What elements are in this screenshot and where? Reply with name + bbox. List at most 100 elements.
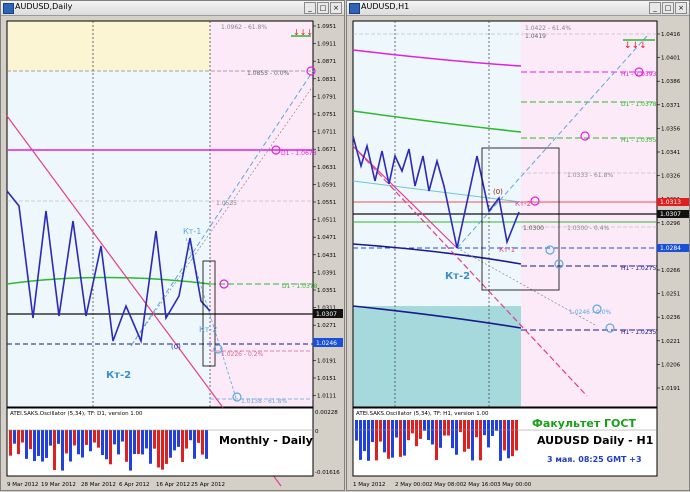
time-axis: 9 Mar 2012 19 Mar 2012 28 Mar 2012 6 Apr 20… bbox=[7, 482, 225, 488]
oscillator-bar bbox=[197, 430, 200, 443]
svg-text:Кт-2: Кт-2 bbox=[106, 370, 131, 381]
svg-text:Кт-1: Кт-1 bbox=[183, 227, 201, 236]
oscillator-bar bbox=[423, 420, 426, 431]
oscillator-bar bbox=[503, 420, 506, 451]
oscillator-bar bbox=[73, 430, 76, 446]
price-label: 1.0951 bbox=[317, 24, 336, 30]
oscillator-bar bbox=[371, 420, 374, 443]
time-label: 28 Mar 2012 bbox=[81, 482, 116, 488]
oscillator-bar bbox=[53, 430, 56, 471]
close-button[interactable]: × bbox=[675, 2, 687, 14]
oscillator-bar bbox=[121, 430, 124, 442]
price-label: 1.0511 bbox=[317, 218, 336, 224]
price-label: 1.0191 bbox=[661, 386, 680, 392]
price-label: 1.0631 bbox=[317, 165, 336, 171]
svg-text:D1 - 1.0678: D1 - 1.0678 bbox=[281, 150, 317, 157]
svg-text:↓↓↓: ↓↓↓ bbox=[624, 41, 647, 51]
oscillator-bar bbox=[515, 420, 518, 451]
svg-text:1.0307: 1.0307 bbox=[660, 211, 681, 218]
svg-text:1.0284: 1.0284 bbox=[660, 245, 681, 252]
oscillator-bar bbox=[85, 430, 88, 445]
oscillator-bar bbox=[9, 430, 12, 456]
svg-text:1.0300: 1.0300 bbox=[523, 225, 544, 232]
oscillator-bar bbox=[459, 420, 462, 433]
oscillator-bar bbox=[467, 420, 470, 449]
svg-text:1.0333 - 61.8%: 1.0333 - 61.8% bbox=[567, 172, 613, 179]
price-label: 1.0431 bbox=[317, 253, 336, 259]
oscillator-bar bbox=[439, 420, 442, 448]
oscillator-bar bbox=[25, 430, 28, 459]
svg-text:Кт-2: Кт-2 bbox=[515, 200, 531, 208]
oscillator-bar bbox=[355, 420, 358, 441]
oscillator-bar bbox=[403, 420, 406, 456]
oscillator-bar bbox=[69, 430, 72, 462]
svg-text:D1 - 1.0378: D1 - 1.0378 bbox=[282, 283, 318, 290]
svg-text:1.0313: 1.0313 bbox=[660, 199, 681, 206]
price-label: 1.0711 bbox=[317, 130, 336, 136]
overlay-subtitle: AUDUSD Daily - H1 bbox=[537, 434, 653, 447]
svg-text:H1 - 1.0355: H1 - 1.0355 bbox=[621, 137, 656, 144]
svg-text:1.0422 - 61.4%: 1.0422 - 61.4% bbox=[525, 25, 571, 32]
svg-text:1.0246: 1.0246 bbox=[316, 340, 337, 347]
window-titlebar[interactable]: AUDUSD,H1 _ □ × bbox=[347, 1, 689, 16]
svg-text:1.0419: 1.0419 bbox=[525, 33, 546, 40]
time-label: 2 May 16:00 bbox=[463, 482, 498, 488]
oscillator-bar bbox=[205, 430, 208, 459]
svg-text:(0): (0) bbox=[493, 188, 503, 196]
oscillator-bar bbox=[137, 430, 140, 455]
svg-text:1.0246 - 0.0%: 1.0246 - 0.0% bbox=[569, 309, 612, 316]
svg-text:Кт-2: Кт-2 bbox=[199, 325, 217, 334]
oscillator-bar bbox=[169, 430, 172, 458]
oscillator-bar bbox=[109, 430, 112, 465]
oscillator-bar bbox=[93, 430, 96, 443]
maximize-button[interactable]: □ bbox=[662, 2, 674, 14]
price-label: 1.0591 bbox=[317, 182, 336, 188]
svg-text:1.0535: 1.0535 bbox=[216, 200, 237, 207]
oscillator-bar bbox=[17, 430, 20, 455]
h1-chart-area[interactable]: ↓↓↓ 1.0422 - 61.4% 1.0419 H1 - 1.0393 D1… bbox=[347, 16, 690, 492]
price-label: 1.0111 bbox=[317, 394, 336, 400]
oscillator-bar bbox=[379, 420, 382, 442]
oscillator-bar bbox=[165, 430, 168, 464]
svg-text:ATEI.SAKS.Oscillator (5,34), T: ATEI.SAKS.Oscillator (5,34), TF: H1, ver… bbox=[356, 411, 489, 417]
price-label: 1.0401 bbox=[661, 56, 680, 62]
price-label: 1.0371 bbox=[661, 103, 680, 109]
oscillator-bar bbox=[141, 430, 144, 455]
oscillator-bar bbox=[193, 430, 196, 459]
oscillator-bar bbox=[21, 430, 24, 443]
oscillator-bar bbox=[395, 420, 398, 438]
oscillator-bar bbox=[431, 420, 434, 445]
chart-window-audusd-daily[interactable]: AUDUSD,Daily _ □ × ↓↓↓ 1.0962 - 61.8% 1.… bbox=[0, 0, 345, 491]
oscillator-bar bbox=[475, 420, 478, 438]
price-label: 1.0791 bbox=[317, 94, 336, 100]
price-label: 1.0326 bbox=[661, 174, 681, 180]
oscillator-bar bbox=[483, 420, 486, 436]
close-button[interactable]: × bbox=[330, 2, 342, 14]
minimize-button[interactable]: _ bbox=[649, 2, 661, 14]
oscillator-bar bbox=[37, 430, 40, 456]
oscillator-bar bbox=[383, 420, 386, 453]
overlay-caption: Monthly - Daily bbox=[219, 434, 313, 447]
svg-text:Кт-1: Кт-1 bbox=[499, 246, 515, 254]
minimize-button[interactable]: _ bbox=[304, 2, 316, 14]
oscillator-bar bbox=[45, 430, 48, 458]
svg-text:1.0138 - 61.8%: 1.0138 - 61.8% bbox=[241, 398, 287, 405]
oscillator-bar bbox=[105, 430, 108, 460]
price-label: 1.0341 bbox=[661, 150, 680, 156]
window-titlebar[interactable]: AUDUSD,Daily _ □ × bbox=[1, 1, 344, 16]
svg-text:Кт-2: Кт-2 bbox=[445, 271, 470, 282]
oscillator-bar bbox=[451, 420, 454, 449]
oscillator-bar bbox=[157, 430, 160, 468]
overlay-title: Факультет ГОСТ bbox=[532, 417, 636, 430]
chart-window-audusd-h1[interactable]: AUDUSD,H1 _ □ × ↓↓↓ 1.0422 - 61.4% 1.041… bbox=[346, 0, 690, 491]
time-label: 2 May 08:00 bbox=[429, 482, 464, 488]
daily-chart-area[interactable]: ↓↓↓ 1.0962 - 61.8% 1.0855 - 0.0% D1 - 1.… bbox=[1, 16, 346, 492]
oscillator-bar bbox=[57, 430, 60, 444]
maximize-button[interactable]: □ bbox=[317, 2, 329, 14]
oscillator-bar bbox=[387, 420, 390, 459]
oscillator-bar bbox=[33, 430, 36, 462]
oscillator-bar bbox=[185, 430, 188, 449]
oscillator-bar bbox=[133, 430, 136, 455]
oscillator-bar bbox=[97, 430, 100, 448]
oscillator-bar bbox=[447, 420, 450, 436]
